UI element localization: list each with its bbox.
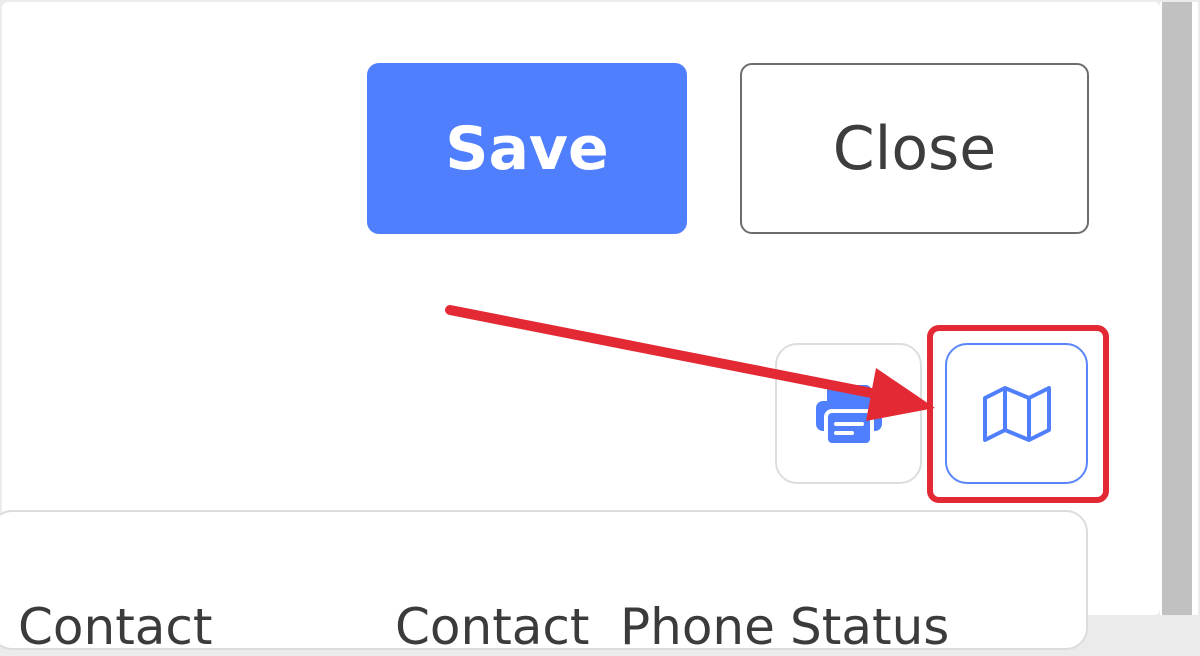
map-view-button[interactable]	[945, 343, 1088, 484]
column-header-status[interactable]: Status	[790, 598, 949, 656]
close-button[interactable]: Close	[740, 63, 1089, 234]
save-button[interactable]: Save	[367, 63, 687, 234]
column-header-contact[interactable]: Contact	[18, 598, 213, 656]
printer-icon	[815, 384, 882, 447]
scrollbar-thumb[interactable]	[1162, 2, 1192, 615]
column-header-contact-2[interactable]: Contact	[395, 598, 590, 656]
column-header-phone[interactable]: Phone	[620, 598, 775, 656]
map-icon	[982, 385, 1051, 442]
print-button[interactable]	[775, 343, 922, 484]
